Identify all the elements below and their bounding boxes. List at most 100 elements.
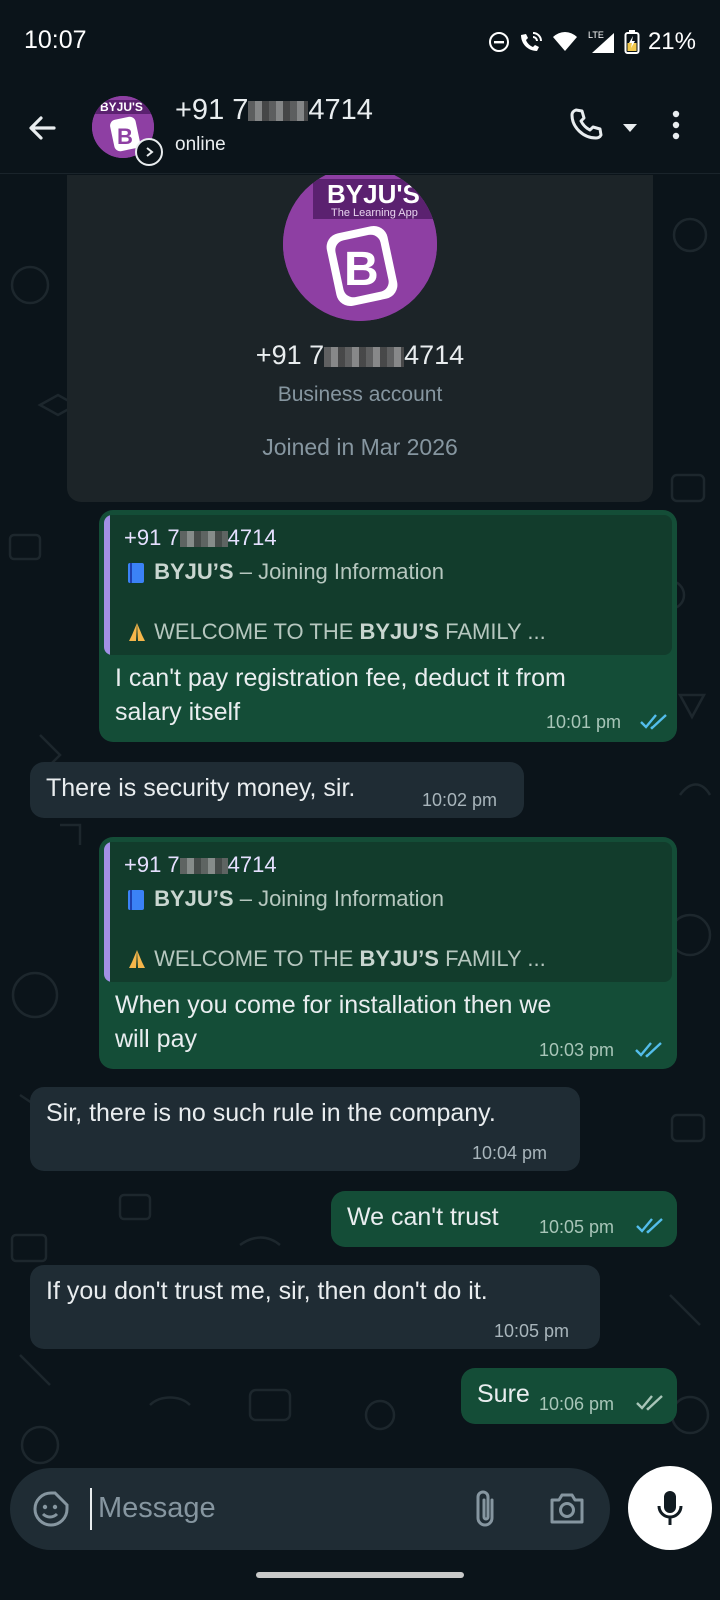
contact-name[interactable]: +91 7 4714 [175,94,373,127]
camera-button[interactable] [548,1490,586,1531]
message-text-line: will pay [115,1025,197,1053]
message-text: There is security money, sir. [46,774,356,802]
blue-book-icon [128,890,144,911]
folded-hands-icon [129,950,145,969]
svg-text:BYJU'S: BYJU'S [100,100,143,114]
message-bubble-outgoing[interactable]: +91 7 4714 BYJU’S – Joining Information W… [99,837,677,1069]
mic-icon [657,1491,683,1525]
contact-number-prefix: +91 7 [175,94,249,126]
redacted-number [179,531,228,548]
voice-message-button[interactable] [628,1466,712,1550]
message-input[interactable]: Message [98,1492,216,1525]
attach-button[interactable] [472,1488,498,1535]
battery-percent: 21% [647,28,696,55]
call-button[interactable] [568,106,604,147]
paperclip-icon [476,1490,494,1527]
message-time: 10:02 pm [422,790,498,810]
dnd-icon [488,32,509,52]
quoted-title: BYJU’S – Joining Information [126,559,444,585]
home-gesture-handle[interactable] [256,1572,464,1578]
folded-hands-icon [129,623,145,642]
read-ticks-icon [640,714,667,730]
redacted-number [324,346,405,367]
delivered-ticks-icon [636,1395,663,1411]
message-time: 10:05 pm [539,1217,615,1237]
message-time: 10:06 pm [539,1394,615,1414]
svg-text:BYJU'S: BYJU'S [327,179,420,209]
quoted-title-bold: BYJU’S [154,559,234,584]
message-text: If you don't trust me, sir, then don't d… [46,1277,488,1305]
phone-icon [570,108,603,140]
quoted-body-post: FAMILY ... [438,619,546,644]
message-bubble-incoming[interactable]: There is security money, sir. 10:02 pm [30,762,524,818]
profile-avatar[interactable]: BYJU'S The Learning App B [283,175,437,321]
chat-header: BYJU'S B +91 7 4714 online [0,84,720,174]
caret-down-icon [623,124,637,132]
message-text: Sir, there is no such rule in the compan… [46,1099,496,1127]
message-bubble-outgoing[interactable]: We can't trust 10:05 pm [331,1191,677,1247]
profile-number: +91 7 4714 [67,340,653,371]
message-time: 10:04 pm [472,1143,548,1163]
contact-status: online [175,134,226,155]
byjus-logo-large-icon: BYJU'S The Learning App B [283,175,437,321]
message-time: 10:01 pm [546,712,622,732]
account-type: Business account [277,383,443,406]
status-bar: 10:07 LTE 21% [0,0,720,84]
quoted-number-prefix: +91 7 [124,852,180,877]
camera-icon [550,1493,584,1524]
text-caret [90,1488,92,1530]
quote-accent-bar [104,515,110,655]
redacted-number [248,101,309,122]
message-text-line: When you come for installation then we [115,991,552,1019]
back-button[interactable] [22,106,62,150]
quoted-number-prefix: +91 7 [124,525,180,550]
status-time: 10:07 [24,26,87,54]
quoted-title: BYJU’S – Joining Information [126,886,444,912]
status-icons: LTE 21% [488,28,696,56]
quoted-title-rest: – Joining Information [233,559,444,584]
message-bubble-incoming[interactable]: If you don't trust me, sir, then don't d… [30,1265,600,1349]
call-options-button[interactable] [622,120,638,138]
quoted-body-bold: BYJU’S [359,619,439,644]
contact-profile-card: BYJU'S The Learning App B +91 7 4714 Busi… [67,175,653,502]
quoted-message[interactable]: +91 7 4714 BYJU’S – Joining Information W… [104,842,672,982]
quoted-body-post: FAMILY ... [438,946,546,971]
signal-icon: LTE [588,30,614,53]
quoted-message[interactable]: +91 7 4714 BYJU’S – Joining Information W… [104,515,672,655]
profile-number-prefix: +91 7 [255,340,325,370]
quoted-number-suffix: 4714 [227,525,277,550]
message-text-line: salary itself [115,698,241,726]
quoted-sender: +91 7 4714 [124,852,277,878]
svg-text:LTE: LTE [588,30,604,40]
message-time: 10:03 pm [539,1040,615,1060]
more-options-button[interactable] [672,110,680,145]
status-badge-icon [135,138,163,166]
message-bubble-outgoing[interactable]: +91 7 4714 BYJU’S – Joining Information W… [99,510,677,742]
message-text-line: I can't pay registration fee, deduct it … [115,664,566,692]
profile-number-suffix: 4714 [404,340,465,370]
sticker-button[interactable] [32,1490,70,1533]
quoted-body-pre: WELCOME TO THE [154,946,360,971]
wifi-icon [552,32,577,51]
message-bubble-outgoing[interactable]: Sure 10:06 pm [461,1368,677,1424]
blue-book-icon [128,563,144,584]
message-bubble-incoming[interactable]: Sir, there is no such rule in the compan… [30,1087,580,1171]
system-nav-bar [0,1550,720,1600]
message-time: 10:05 pm [494,1321,570,1341]
quoted-sender: +91 7 4714 [124,525,277,551]
read-ticks-icon [636,1218,663,1234]
wifi-call-icon [520,32,542,51]
message-text: Sure [477,1380,530,1408]
more-vert-icon [672,110,680,140]
quoted-body-pre: WELCOME TO THE [154,619,360,644]
svg-text:The Learning App: The Learning App [331,207,418,219]
quote-accent-bar [104,842,110,982]
battery-icon [624,30,640,54]
message-text: We can't trust [347,1203,499,1231]
chat-area[interactable]: BYJU'S The Learning App B +91 7 4714 Busi… [0,175,720,1465]
message-input-bar: Message [10,1468,610,1550]
sticker-icon [33,1491,69,1527]
arrow-left-icon [29,116,56,140]
quoted-title-rest: – Joining Information [233,886,444,911]
quoted-body-bold: BYJU’S [359,946,439,971]
